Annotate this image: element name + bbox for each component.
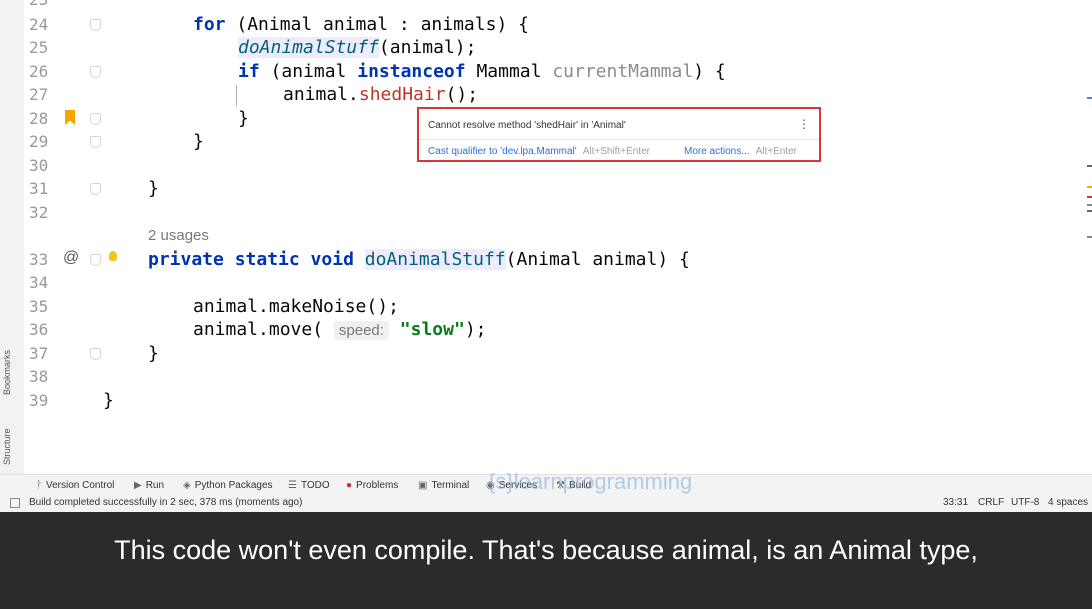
code-line-35: animal.makeNoise(); [193, 296, 399, 317]
list-icon: ☰ [288, 480, 297, 491]
problems-tab[interactable]: ● Problems [346, 480, 398, 491]
code-line-31: } [148, 178, 159, 199]
more-actions-link[interactable]: More actions... Alt+Enter [684, 146, 797, 157]
error-circle-icon: ● [346, 480, 353, 491]
cast-qualifier-action[interactable]: Cast qualifier to 'dev.lpa.Mammal' Alt+Sh… [428, 146, 650, 157]
build-status-message[interactable]: Build completed successfully in 2 sec, 3… [29, 497, 302, 508]
caption-text: This code won't even compile. That's bec… [114, 535, 978, 565]
ide-window: Bookmarks Structure 23 24 25 26 27 28 29… [0, 0, 1092, 512]
file-encoding[interactable]: UTF-8 [1011, 497, 1039, 508]
scroll-marker[interactable] [1087, 210, 1092, 212]
code-line-28: } [238, 108, 249, 129]
error-popup: Cannot resolve method 'shedHair' in 'Ani… [417, 107, 821, 162]
scroll-marker[interactable] [1087, 204, 1092, 206]
caret-position[interactable]: 33:31 [943, 497, 968, 508]
play-icon: ▶ [134, 480, 142, 491]
popup-divider [419, 139, 819, 140]
parameter-hint: speed: [333, 321, 389, 340]
code-line-33: private static void doAnimalStuff(Animal… [148, 249, 690, 270]
line-separator[interactable]: CRLF [978, 497, 1004, 508]
watermark-logo: {s}learnprogramming [488, 469, 693, 494]
code-editor[interactable]: for (Animal animal : animals) { doAnimal… [0, 0, 1092, 474]
code-line-39: } [103, 390, 114, 411]
code-line-37: } [148, 343, 159, 364]
python-packages-tab[interactable]: ◈ Python Packages [183, 480, 273, 491]
version-control-tab[interactable]: ᚹ Version Control [36, 480, 114, 491]
indent-guide [236, 85, 237, 106]
terminal-tab[interactable]: ▣ Terminal [418, 480, 469, 491]
kebab-icon[interactable]: ⋮ [798, 117, 810, 131]
code-line-26: if (animal instanceof Mammal currentMamm… [238, 61, 726, 82]
layers-icon: ◈ [183, 480, 191, 491]
branch-icon: ᚹ [36, 480, 42, 491]
run-tab[interactable]: ▶ Run [134, 480, 164, 491]
code-line-29: } [193, 131, 204, 152]
scroll-marker[interactable] [1087, 97, 1092, 99]
terminal-icon: ▣ [418, 480, 428, 491]
code-line-36: animal.move( speed: "slow"); [193, 319, 487, 340]
usages-hint[interactable]: 2 usages [148, 227, 209, 244]
scroll-marker[interactable] [1087, 165, 1092, 167]
error-message: Cannot resolve method 'shedHair' in 'Ani… [428, 120, 626, 131]
code-line-25: doAnimalStuff(animal); [238, 37, 477, 58]
status-toggle-icon[interactable] [10, 498, 20, 508]
scroll-marker[interactable] [1087, 186, 1092, 188]
scroll-marker[interactable] [1087, 196, 1092, 198]
scroll-marker[interactable] [1087, 236, 1092, 238]
code-line-24: for (Animal animal : animals) { [193, 14, 529, 35]
status-bar: Build completed successfully in 2 sec, 3… [0, 494, 1092, 512]
code-line-27: animal.shedHair(); [283, 84, 479, 105]
todo-tab[interactable]: ☰ TODO [288, 480, 330, 491]
indent-setting[interactable]: 4 spaces [1048, 497, 1088, 508]
unresolved-method[interactable]: shedHair [359, 84, 446, 105]
